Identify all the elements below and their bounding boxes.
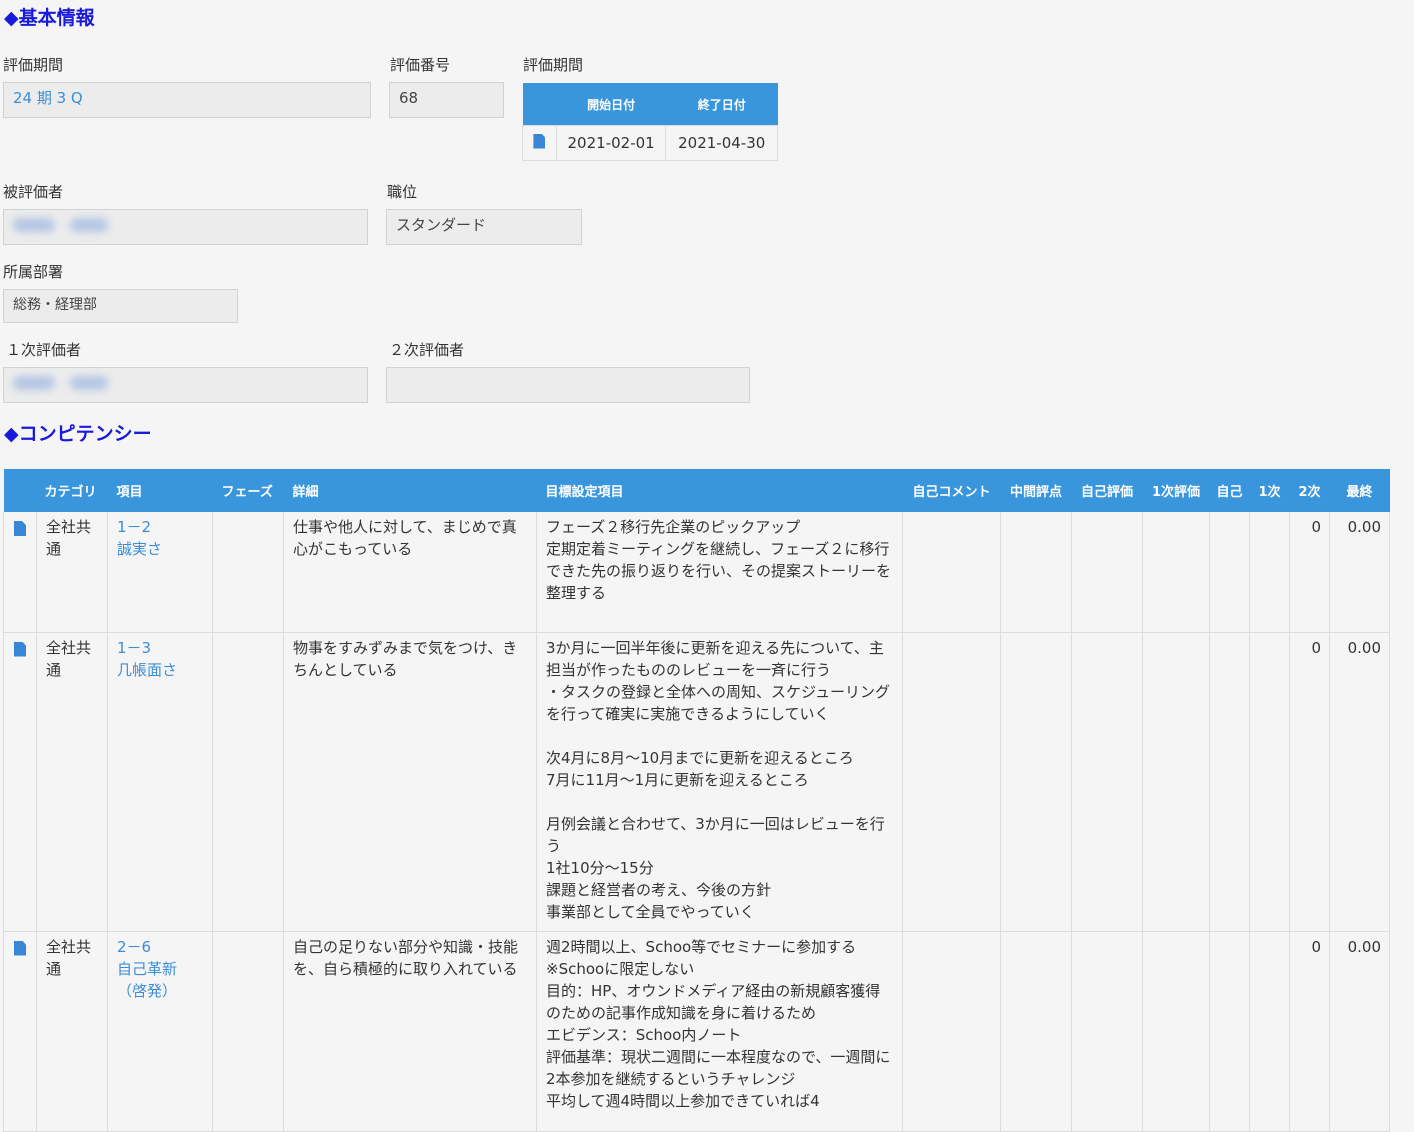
item-code-link[interactable]: 2－6 (117, 936, 204, 958)
row-goal: 週2時間以上、Schoo等でセミナーに参加する ※Schooに限定しない 目的：… (536, 931, 903, 1132)
header-detail: 詳細 (283, 469, 537, 512)
header-goal: 目標設定項目 (536, 469, 903, 512)
document-icon[interactable] (533, 133, 546, 149)
blurred-name-part (69, 218, 108, 232)
row-self-eval (1071, 512, 1143, 633)
document-icon[interactable] (14, 940, 26, 956)
row-phase (212, 512, 284, 633)
position-field[interactable]: スタンダード (386, 209, 582, 245)
header-first: 1次 (1249, 469, 1290, 512)
row-category: 全社共通 (36, 632, 108, 932)
row-mid-score (1000, 931, 1072, 1132)
period-table: 開始日付 終了日付 2021-02-01 2021-04-30 (522, 83, 778, 161)
blurred-name-part (13, 376, 55, 390)
row-final: 0.00 (1329, 512, 1390, 633)
row-first-eval (1142, 632, 1210, 932)
number-label: 評価番号 (390, 56, 451, 74)
row-first (1249, 512, 1290, 633)
row-goal: 3か月に一回半年後に更新を迎える先について、主担当が作ったもののレビューを一斉に… (536, 632, 903, 932)
row-final: 0.00 (1329, 632, 1390, 932)
header-final: 最終 (1329, 469, 1390, 512)
row-first (1249, 632, 1290, 932)
second-evaluator-field[interactable] (386, 367, 750, 403)
table-row: 全社共通 1－3 几帳面さ 物事をすみずみまで気をつけ、きちんとしている 3か月… (3, 632, 1390, 932)
header-phase: フェーズ (212, 469, 284, 512)
row-self-eval (1071, 931, 1143, 1132)
table-header-row: カテゴリ 項目 フェーズ 詳細 目標設定項目 自己コメント 中間評点 自己評価 … (3, 469, 1390, 512)
blurred-name-part (13, 218, 55, 232)
number-field[interactable]: 68 (389, 82, 504, 118)
header-item: 項目 (107, 469, 213, 512)
row-self-eval (1071, 632, 1143, 932)
header-second: 2次 (1289, 469, 1330, 512)
item-name-link[interactable]: 自己革新（啓発） (117, 958, 204, 1002)
row-self-comment (902, 512, 1001, 633)
document-icon[interactable] (14, 521, 26, 536)
first-evaluator-field[interactable] (3, 367, 368, 403)
row-final: 0.00 (1329, 931, 1390, 1132)
row-first (1249, 931, 1290, 1132)
row-item[interactable]: 2－6 自己革新（啓発） (107, 931, 213, 1132)
row-second: 0 (1289, 512, 1330, 633)
position-label: 職位 (387, 183, 418, 201)
header-icon (3, 469, 37, 512)
row-first-eval (1142, 512, 1210, 633)
row-phase (212, 931, 284, 1132)
row-self (1209, 931, 1250, 1132)
row-category: 全社共通 (36, 931, 108, 1132)
row-icon-cell[interactable] (3, 632, 37, 932)
start-date-header: 開始日付 (556, 83, 666, 126)
end-date-header: 終了日付 (665, 83, 778, 126)
first-evaluator-label: １次評価者 (6, 341, 82, 359)
table-row: 全社共通 2－6 自己革新（啓発） 自己の足りない部分や知識・技能を、自ら積極的… (3, 931, 1390, 1132)
period-field[interactable]: 24 期 3 Q (3, 82, 371, 118)
document-icon[interactable] (14, 641, 26, 657)
header-self-comment: 自己コメント (902, 469, 1001, 512)
evaluatee-label: 被評価者 (3, 183, 64, 201)
row-item[interactable]: 1－3 几帳面さ (107, 632, 213, 932)
header-self: 自己 (1209, 469, 1250, 512)
row-icon-cell[interactable] (3, 512, 37, 633)
blurred-name-part (69, 376, 108, 390)
basic-info-title: ◆基本情報 (4, 7, 95, 29)
period-row-icon-cell[interactable] (522, 125, 557, 161)
period-label: 評価期間 (3, 56, 64, 74)
row-category: 全社共通 (36, 512, 108, 633)
row-detail: 仕事や他人に対して、まじめで真心がこもっている (283, 512, 537, 633)
dept-field[interactable]: 総務・経理部 (3, 289, 238, 323)
row-mid-score (1000, 632, 1072, 932)
item-code-link[interactable]: 1－2 (117, 516, 204, 538)
duration-label: 評価期間 (523, 56, 584, 74)
row-phase (212, 632, 284, 932)
row-detail: 物事をすみずみまで気をつけ、きちんとしている (283, 632, 537, 932)
start-date: 2021-02-01 (555, 125, 667, 161)
period-table-icon-header (522, 83, 557, 126)
header-mid-score: 中間評点 (1000, 469, 1072, 512)
item-name-link[interactable]: 几帳面さ (117, 659, 204, 681)
row-self (1209, 512, 1250, 633)
row-icon-cell[interactable] (3, 931, 37, 1132)
header-self-eval: 自己評価 (1071, 469, 1143, 512)
row-second: 0 (1289, 632, 1330, 932)
row-self (1209, 632, 1250, 932)
competency-table: カテゴリ 項目 フェーズ 詳細 目標設定項目 自己コメント 中間評点 自己評価 … (3, 469, 1390, 1132)
row-first-eval (1142, 931, 1210, 1132)
second-evaluator-label: ２次評価者 (389, 341, 465, 359)
row-goal: フェーズ２移行先企業のピックアップ 定期定着ミーティングを継続し、フェーズ２に移… (536, 512, 903, 633)
row-item[interactable]: 1－2 誠実さ (107, 512, 213, 633)
row-detail: 自己の足りない部分や知識・技能を、自ら積極的に取り入れている (283, 931, 537, 1132)
item-name-link[interactable]: 誠実さ (117, 538, 204, 560)
dept-label: 所属部署 (3, 263, 64, 281)
table-row: 全社共通 1－2 誠実さ 仕事や他人に対して、まじめで真心がこもっている フェー… (3, 512, 1390, 633)
header-first-eval: 1次評価 (1142, 469, 1210, 512)
item-code-link[interactable]: 1－3 (117, 637, 204, 659)
header-category: カテゴリ (36, 469, 108, 512)
evaluatee-field[interactable] (3, 209, 368, 245)
row-self-comment (902, 931, 1001, 1132)
end-date: 2021-04-30 (665, 125, 778, 161)
row-mid-score (1000, 512, 1072, 633)
row-self-comment (902, 632, 1001, 932)
row-second: 0 (1289, 931, 1330, 1132)
competency-title: ◆コンピテンシー (4, 423, 152, 445)
